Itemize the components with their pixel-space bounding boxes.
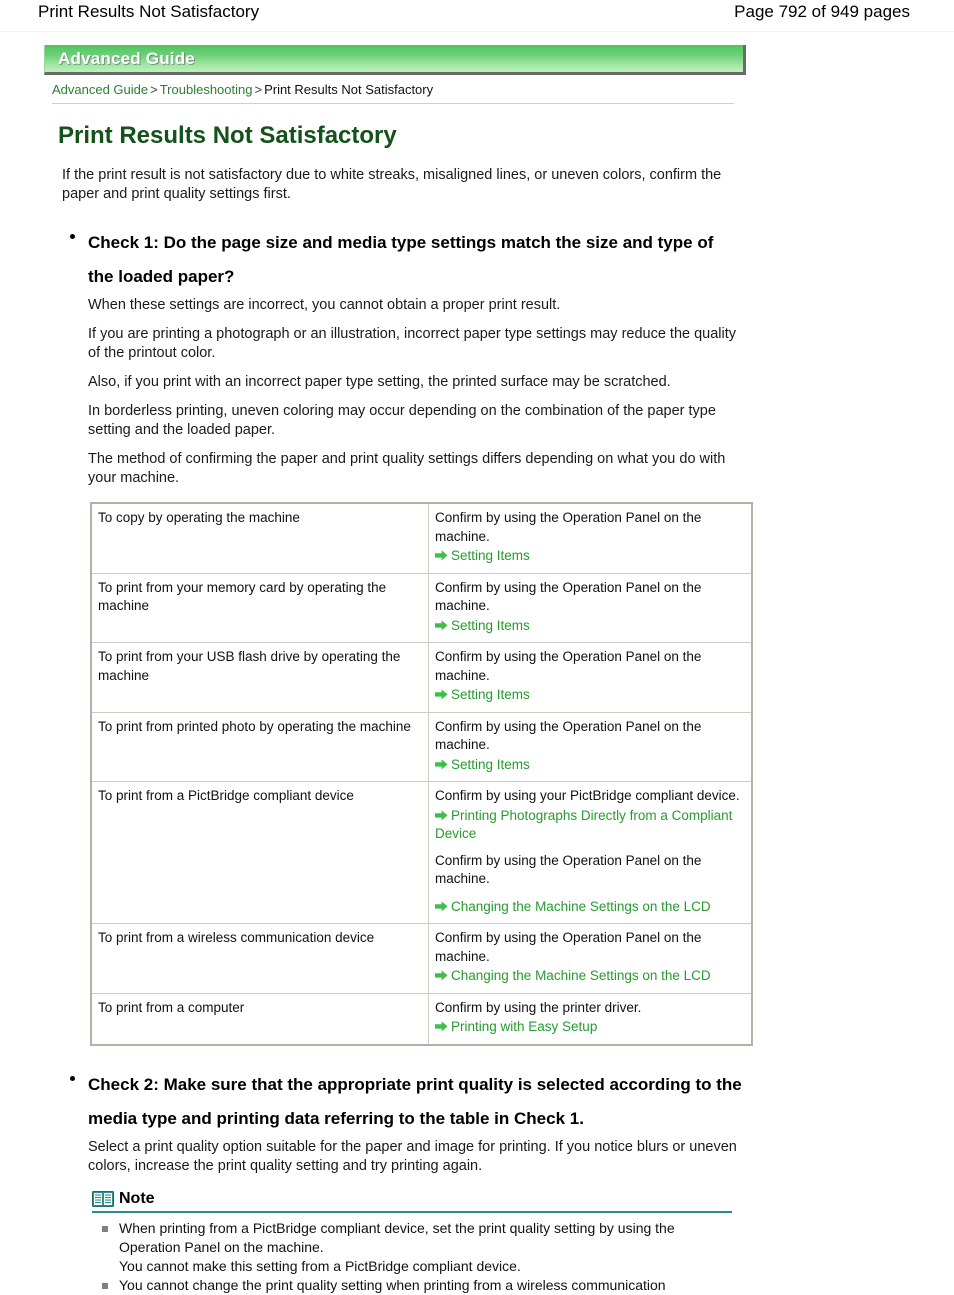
note-list-item: When printing from a PictBridge complian… <box>92 1219 732 1276</box>
check-2-body: Select a print quality option suitable f… <box>88 1138 742 1176</box>
page-running-header: Print Results Not Satisfactory Page 792 … <box>0 0 954 31</box>
table-cell-action: Confirm by using the Operation Panel on … <box>428 642 753 713</box>
table-cell-action: Confirm by using the Operation Panel on … <box>428 923 753 994</box>
note-item-text: When printing from a PictBridge complian… <box>119 1219 675 1274</box>
link-printing-photographs-directly[interactable]: Printing Photographs Directly from a Com… <box>435 807 745 844</box>
link-label: Setting Items <box>451 548 530 563</box>
link-label: Changing the Machine Settings on the LCD <box>451 898 711 914</box>
breadcrumb-current-page: Print Results Not Satisfactory <box>264 82 434 97</box>
table-cell-action: Confirm by using your PictBridge complia… <box>428 781 753 924</box>
action-text: Confirm by using the Operation Panel on … <box>435 579 702 614</box>
check-1-section: Check 1: Do the page size and media type… <box>62 226 742 488</box>
table-cell-task: To print from a computer <box>90 992 429 1045</box>
running-header-page-number: Page 792 of 949 pages <box>734 2 910 21</box>
advanced-guide-banner: Advanced Guide <box>44 45 746 75</box>
link-setting-items[interactable]: Setting Items <box>435 617 745 636</box>
link-changing-machine-settings-lcd[interactable]: Changing the Machine Settings on the LCD <box>435 967 745 986</box>
link-label: Setting Items <box>451 756 530 772</box>
green-arrow-icon <box>435 757 448 769</box>
link-label: Setting Items <box>451 687 530 702</box>
table-cell-action: Confirm by using the printer driver. Pri… <box>428 992 753 1045</box>
link-label: Printing with Easy Setup <box>451 1019 598 1034</box>
table-row: To print from printed photo by operating… <box>90 711 753 782</box>
table-row: To print from a PictBridge compliant dev… <box>90 781 753 924</box>
note-header: Note <box>92 1190 732 1213</box>
note-item-text: You cannot change the print quality sett… <box>119 1276 666 1293</box>
table-cell-task: To print from a wireless communication d… <box>90 923 429 994</box>
link-changing-machine-settings-lcd[interactable]: Changing the Machine Settings on the LCD <box>435 898 745 917</box>
square-bullet-icon <box>102 1225 108 1232</box>
check-1-paragraph: Also, if you print with an incorrect pap… <box>88 374 671 390</box>
square-bullet-icon <box>102 1282 108 1289</box>
link-printing-with-easy-setup[interactable]: Printing with Easy Setup <box>435 1018 745 1037</box>
green-arrow-icon <box>435 687 448 700</box>
table-cell-action: Confirm by using the Operation Panel on … <box>428 711 753 782</box>
advanced-guide-banner-label: Advanced Guide <box>58 48 195 68</box>
table-row: To copy by operating the machine Confirm… <box>90 502 753 574</box>
check-1-body: When these settings are incorrect, you c… <box>88 296 742 488</box>
table-cell-task: To print from printed photo by operating… <box>90 711 429 782</box>
table-cell-task: To print from a PictBridge compliant dev… <box>90 781 429 924</box>
document-content: Advanced Guide Advanced Guide > Troublesho… <box>0 45 954 1295</box>
action-text: Confirm by using the printer driver. <box>435 999 642 1015</box>
check-2-paragraph: Select a print quality option suitable f… <box>88 1138 737 1174</box>
note-section: Note When printing from a PictBridge com… <box>92 1190 732 1295</box>
check-2-heading: Check 2: Make sure that the appropriate … <box>88 1074 742 1128</box>
action-text: Confirm by using the Operation Panel on … <box>435 649 702 683</box>
table-cell-action: Confirm by using the Operation Panel on … <box>428 502 753 574</box>
green-arrow-icon <box>435 968 448 981</box>
action-text: Confirm by using the Operation Panel on … <box>435 930 702 964</box>
check-1-heading: Check 1: Do the page size and media type… <box>88 233 714 286</box>
breadcrumb-separator-2: > <box>254 82 263 97</box>
link-label: Changing the Machine Settings on the LCD <box>451 968 711 983</box>
check-1-paragraph: The method of confirming the paper and p… <box>88 451 726 486</box>
note-list: When printing from a PictBridge complian… <box>92 1219 732 1295</box>
settings-table-wrapper: To copy by operating the machine Confirm… <box>90 502 753 1046</box>
bullet-icon <box>70 1075 75 1081</box>
green-arrow-icon <box>435 808 448 820</box>
breadcrumb-item-advanced-guide[interactable]: Advanced Guide <box>52 82 148 97</box>
page-title: Print Results Not Satisfactory <box>58 122 397 149</box>
table-row: To print from your memory card by operat… <box>90 572 753 643</box>
table-row: To print from your USB flash drive by op… <box>90 642 753 713</box>
breadcrumb-item-troubleshooting[interactable]: Troubleshooting <box>160 82 253 97</box>
cell-spacer <box>435 844 745 852</box>
breadcrumb: Advanced Guide > Troubleshooting > Print Res… <box>52 81 734 104</box>
table-cell-task: To print from your USB flash drive by op… <box>90 642 429 713</box>
intro-paragraph: If the print result is not satisfactory … <box>62 167 722 202</box>
settings-table-body: To copy by operating the machine Confirm… <box>90 502 753 1045</box>
link-label: Printing Photographs Directly from a Com… <box>435 807 733 842</box>
confirmation-methods-table: To copy by operating the machine Confirm… <box>90 502 753 1046</box>
cell-spacer <box>435 889 745 897</box>
action-text: Confirm by using your PictBridge complia… <box>435 788 740 803</box>
check-1-paragraph: When these settings are incorrect, you c… <box>88 297 561 313</box>
table-cell-task: To copy by operating the machine <box>90 502 429 574</box>
green-arrow-icon <box>435 618 448 630</box>
note-title: Note <box>119 1189 155 1207</box>
green-arrow-icon <box>435 548 448 561</box>
green-arrow-icon <box>435 1019 448 1032</box>
table-row: To print from a computer Confirm by usin… <box>90 992 753 1045</box>
open-book-icon <box>92 1190 114 1208</box>
header-divider <box>0 31 954 32</box>
link-label: Setting Items <box>451 617 530 633</box>
check-2-section: Check 2: Make sure that the appropriate … <box>62 1068 742 1176</box>
link-setting-items[interactable]: Setting Items <box>435 686 745 705</box>
action-text: Confirm by using the Operation Panel on … <box>435 718 702 753</box>
table-cell-action: Confirm by using the Operation Panel on … <box>428 572 753 643</box>
running-header-title: Print Results Not Satisfactory <box>38 2 260 21</box>
link-setting-items[interactable]: Setting Items <box>435 756 745 775</box>
action-text: Confirm by using the Operation Panel on … <box>435 852 702 887</box>
bullet-icon <box>70 234 75 239</box>
green-arrow-icon <box>435 899 448 911</box>
check-1-paragraph: If you are printing a photograph or an i… <box>88 326 737 361</box>
table-cell-task: To print from your memory card by operat… <box>90 572 429 643</box>
advanced-guide-banner-wrapper: Advanced Guide <box>44 45 746 75</box>
link-setting-items[interactable]: Setting Items <box>435 547 745 566</box>
check-1-paragraph: In borderless printing, uneven coloring … <box>88 403 716 438</box>
note-list-item: You cannot change the print quality sett… <box>92 1276 732 1295</box>
breadcrumb-separator-1: > <box>150 82 158 97</box>
action-text: Confirm by using the Operation Panel on … <box>435 510 702 544</box>
table-row: To print from a wireless communication d… <box>90 923 753 994</box>
